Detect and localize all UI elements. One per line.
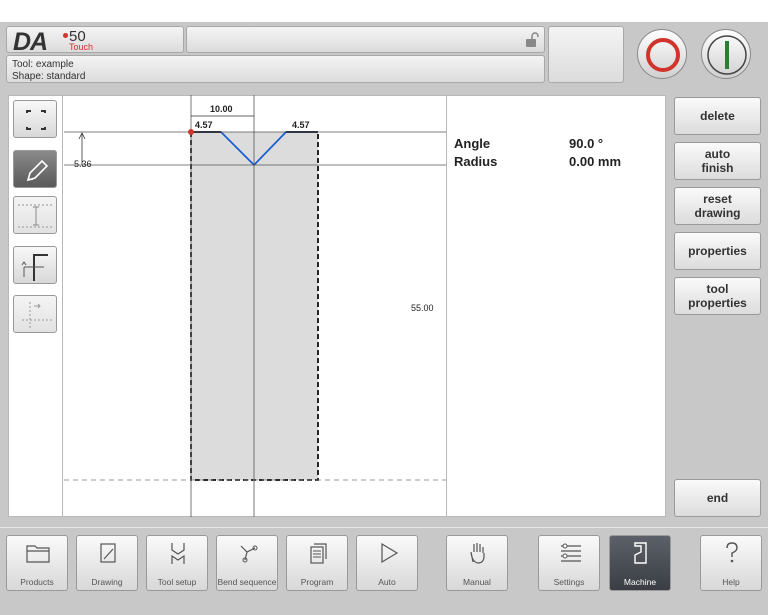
nav-label: Manual <box>463 577 491 587</box>
dimension-right-label[interactable]: 4.57 <box>292 120 310 130</box>
hand-icon <box>470 543 485 564</box>
start-button[interactable] <box>701 29 751 79</box>
offset-dimension-icon <box>22 302 52 330</box>
nav-label: Drawing <box>91 577 123 587</box>
play-icon <box>381 542 399 564</box>
tool-profile-shape <box>190 131 319 481</box>
nav-drawing[interactable]: Drawing <box>76 535 138 591</box>
nav-settings[interactable]: Settings <box>538 535 600 591</box>
drawing-icon <box>100 543 116 563</box>
vertical-dimension-button[interactable] <box>13 196 57 234</box>
program-icon <box>310 543 327 564</box>
nav-manual[interactable]: Manual <box>446 535 508 591</box>
radius-label: Radius <box>454 154 498 169</box>
nav-tool-setup[interactable]: Tool setup <box>146 535 208 591</box>
unlock-icon[interactable] <box>525 32 539 48</box>
logo-sub-text: Touch <box>69 42 94 52</box>
dimension-left-label[interactable]: 4.57 <box>195 120 213 130</box>
zoom-fit-button[interactable] <box>13 100 57 138</box>
pencil-icon <box>26 159 49 182</box>
dimension-depth-label[interactable]: 5.36 <box>74 159 92 169</box>
nav-bend-sequence[interactable]: Bend sequence <box>216 535 278 591</box>
tool-info-bar: Tool: example Shape: standard <box>6 55 545 83</box>
status-box <box>548 26 624 83</box>
selected-point-marker[interactable] <box>188 129 194 135</box>
product-logo: DA 50 Touch <box>6 26 184 56</box>
corner-dimension-button[interactable] <box>13 246 57 284</box>
tool-setup-icon <box>171 543 185 564</box>
machine-icon <box>634 542 647 564</box>
nav-label: Auto <box>378 577 396 587</box>
nav-label: Bend sequence <box>217 577 277 587</box>
bend-sequence-icon <box>240 545 258 563</box>
nav-label: Settings <box>553 577 585 587</box>
help-icon <box>726 542 738 563</box>
tool-name-text: Tool: example <box>12 59 74 70</box>
corner-dimension-icon <box>21 254 48 281</box>
tool-properties-button[interactable]: tool properties <box>674 277 761 315</box>
delete-button[interactable]: delete <box>674 97 761 135</box>
tool-profile-drawing[interactable]: 10.00 4.57 4.57 5.36 55.00 <box>64 95 446 517</box>
nav-machine[interactable]: Machine <box>609 535 671 591</box>
vertical-dimension-icon <box>18 204 54 228</box>
folder-icon <box>26 545 50 563</box>
draw-mode-button[interactable] <box>13 150 57 188</box>
reset-drawing-button[interactable]: reset drawing <box>674 187 761 225</box>
zoom-fit-icon <box>26 110 46 130</box>
properties-button[interactable]: properties <box>674 232 761 270</box>
nav-auto[interactable]: Auto <box>356 535 418 591</box>
panel-divider <box>446 95 447 517</box>
nav-label: Program <box>300 577 334 587</box>
angle-value: 90.0 ° <box>569 136 604 151</box>
nav-label: Products <box>20 577 54 587</box>
end-button[interactable]: end <box>674 479 761 517</box>
stop-button[interactable] <box>637 29 687 79</box>
dimension-height-label[interactable]: 55.00 <box>411 303 434 313</box>
nav-products[interactable]: Products <box>6 535 68 591</box>
message-bar <box>186 26 545 53</box>
nav-help[interactable]: Help <box>700 535 762 591</box>
start-icon <box>707 35 747 75</box>
left-toolbar <box>8 95 63 517</box>
dimension-top-label[interactable]: 10.00 <box>210 104 233 114</box>
nav-label: Machine <box>623 577 657 587</box>
logo-dot <box>63 33 68 38</box>
stop-icon <box>646 38 680 72</box>
nav-label: Tool setup <box>157 577 197 587</box>
radius-value: 0.00 mm <box>569 154 622 169</box>
auto-finish-button[interactable]: auto finish <box>674 142 761 180</box>
shape-name-text: Shape: standard <box>12 71 86 82</box>
settings-icon <box>561 543 581 562</box>
offset-dimension-button[interactable] <box>13 295 57 333</box>
nav-label: Help <box>722 577 740 587</box>
logo-main-text: DA <box>13 28 48 56</box>
angle-label: Angle <box>454 136 491 151</box>
nav-program[interactable]: Program <box>286 535 348 591</box>
